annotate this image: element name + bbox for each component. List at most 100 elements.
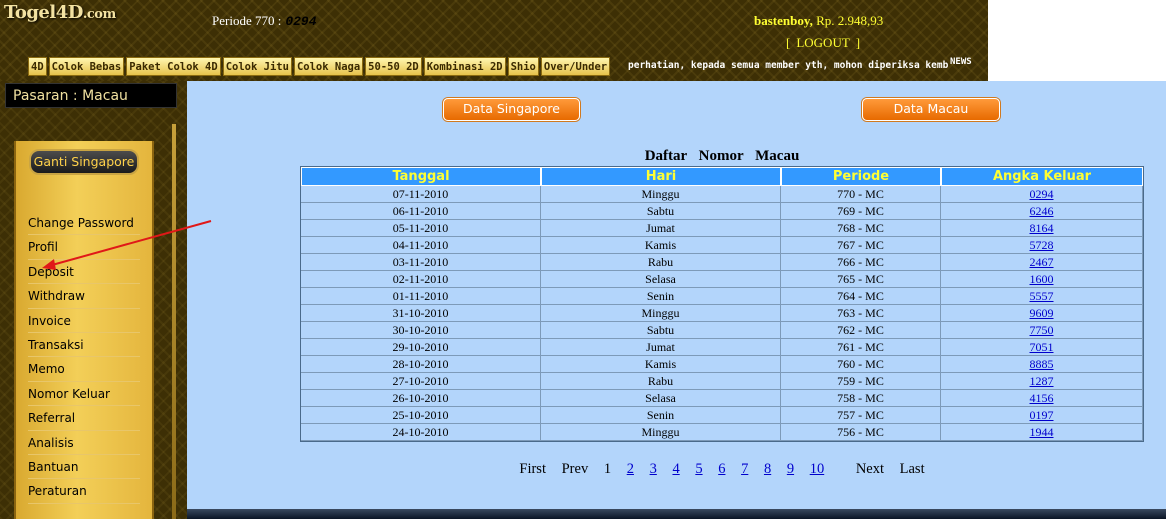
cell-angka-keluar[interactable]: 0197 (941, 407, 1143, 424)
nav-shio[interactable]: Shio (507, 57, 539, 76)
nav-colok-bebas[interactable]: Colok Bebas (48, 57, 125, 76)
cell-periode: 766 - MC (781, 254, 941, 271)
pagination: First Prev 1 2 3 4 5 6 7 8 9 10 Next Las… (300, 461, 1144, 478)
pager-first[interactable]: First (519, 461, 546, 477)
cell-periode: 758 - MC (781, 390, 941, 407)
cell-angka-keluar[interactable]: 7051 (941, 339, 1143, 356)
cell-tanggal: 29-10-2010 (301, 339, 541, 356)
cell-tanggal: 30-10-2010 (301, 322, 541, 339)
cell-hari: Kamis (541, 356, 781, 373)
pager-page[interactable]: 10 (810, 461, 825, 477)
periode-number: 0294 (285, 14, 317, 29)
menu-invoice[interactable]: Invoice (28, 309, 140, 333)
pager-page[interactable]: 2 (627, 461, 634, 477)
cell-periode: 761 - MC (781, 339, 941, 356)
cell-hari: Selasa (541, 390, 781, 407)
menu-nomor-keluar[interactable]: Nomor Keluar (28, 382, 140, 407)
cell-angka-keluar[interactable]: 1600 (941, 271, 1143, 288)
cell-angka-keluar[interactable]: 2467 (941, 254, 1143, 271)
cell-hari: Minggu (541, 424, 781, 441)
menu-bantuan[interactable]: Bantuan (28, 455, 140, 480)
cell-periode: 769 - MC (781, 203, 941, 220)
pager-last[interactable]: Last (900, 461, 925, 477)
cell-hari: Rabu (541, 373, 781, 390)
cell-tanggal: 05-11-2010 (301, 220, 541, 237)
pager-page[interactable]: 5 (695, 461, 702, 477)
cell-periode: 764 - MC (781, 288, 941, 305)
data-singapore-button[interactable]: Data Singapore (443, 98, 580, 121)
cell-periode: 762 - MC (781, 322, 941, 339)
table-row: 26-10-2010 Selasa 758 - MC 4156 (301, 390, 1143, 407)
cell-hari: Sabtu (541, 322, 781, 339)
menu-analisis[interactable]: Analisis (28, 431, 140, 455)
cell-angka-keluar[interactable]: 4156 (941, 390, 1143, 407)
menu-withdraw[interactable]: Withdraw (28, 284, 140, 309)
cell-hari: Jumat (541, 339, 781, 356)
cell-periode: 757 - MC (781, 407, 941, 424)
cell-angka-keluar[interactable]: 1944 (941, 424, 1143, 441)
cell-angka-keluar[interactable]: 9609 (941, 305, 1143, 322)
logout-link[interactable]: LOGOUT (796, 35, 849, 50)
pager-page[interactable]: 9 (787, 461, 794, 477)
cell-tanggal: 31-10-2010 (301, 305, 541, 322)
pager-page[interactable]: 6 (718, 461, 725, 477)
menu-memo[interactable]: Memo (28, 357, 140, 382)
nav-4d[interactable]: 4D (28, 57, 47, 76)
switch-market-button[interactable]: Ganti Singapore (29, 149, 139, 175)
cell-periode: 760 - MC (781, 356, 941, 373)
nav-kombinasi-2d[interactable]: Kombinasi 2D (423, 57, 506, 76)
nav-over-under[interactable]: Over/Under (540, 57, 611, 76)
cell-tanggal: 06-11-2010 (301, 203, 541, 220)
cell-hari: Minggu (541, 305, 781, 322)
cell-hari: Minggu (541, 186, 781, 203)
cell-angka-keluar[interactable]: 8885 (941, 356, 1143, 373)
game-nav: 4D Colok Bebas Paket Colok 4D Colok Jitu… (28, 57, 611, 76)
data-macau-button[interactable]: Data Macau (862, 98, 1000, 121)
cell-angka-keluar[interactable]: 5557 (941, 288, 1143, 305)
results-table: Tanggal Hari Periode Angka Keluar 07-11-… (300, 166, 1144, 442)
cell-tanggal: 01-11-2010 (301, 288, 541, 305)
cell-angka-keluar[interactable]: 5728 (941, 237, 1143, 254)
pager-page[interactable]: 4 (672, 461, 679, 477)
periode-label: Periode 770 : (212, 13, 282, 28)
table-row: 05-11-2010 Jumat 768 - MC 8164 (301, 220, 1143, 237)
table-row: 31-10-2010 Minggu 763 - MC 9609 (301, 305, 1143, 322)
menu-peraturan[interactable]: Peraturan (28, 479, 140, 504)
site-logo[interactable]: Togel4D.com (4, 2, 116, 23)
cell-angka-keluar[interactable]: 8164 (941, 220, 1143, 237)
cell-angka-keluar[interactable]: 7750 (941, 322, 1143, 339)
table-row: 27-10-2010 Rabu 759 - MC 1287 (301, 373, 1143, 390)
pager-next[interactable]: Next (856, 461, 884, 477)
cell-angka-keluar[interactable]: 1287 (941, 373, 1143, 390)
nav-colok-jitu[interactable]: Colok Jitu (222, 57, 292, 76)
menu-profil[interactable]: Profil (28, 235, 140, 260)
user-info: bastenboy, Rp. 2.948,93 (754, 13, 883, 29)
sidebar-rail (172, 124, 176, 519)
table-row: 29-10-2010 Jumat 761 - MC 7051 (301, 339, 1143, 356)
menu-deposit[interactable]: Deposit (28, 260, 140, 285)
pager-page[interactable]: 3 (650, 461, 657, 477)
nav-paket-colok-4d[interactable]: Paket Colok 4D (126, 57, 221, 76)
cell-tanggal: 07-11-2010 (301, 186, 541, 203)
menu-referral[interactable]: Referral (28, 406, 140, 431)
periode-info: Periode 770 :0294 (212, 13, 317, 29)
table-row: 04-11-2010 Kamis 767 - MC 5728 (301, 237, 1143, 254)
pager-page[interactable]: 7 (741, 461, 748, 477)
cell-tanggal: 25-10-2010 (301, 407, 541, 424)
col-hari: Hari (541, 167, 781, 186)
nav-colok-naga[interactable]: Colok Naga (293, 57, 364, 76)
cell-periode: 767 - MC (781, 237, 941, 254)
cell-angka-keluar[interactable]: 0294 (941, 186, 1143, 203)
pager-page[interactable]: 8 (764, 461, 771, 477)
menu-transaksi[interactable]: Transaksi (28, 333, 140, 358)
bottom-bar (187, 509, 1166, 519)
header-blank-area (988, 0, 1166, 81)
nav-50-50-2d[interactable]: 50-50 2D (365, 57, 422, 76)
cell-hari: Sabtu (541, 203, 781, 220)
sidebar: Pasaran : Macau Ganti Singapore Change P… (0, 81, 187, 519)
pager-prev[interactable]: Prev (562, 461, 589, 477)
side-menu-panel: Ganti Singapore Change Password Profil D… (14, 141, 154, 519)
table-title: Daftar Nomor Macau (644, 148, 800, 164)
cell-angka-keluar[interactable]: 6246 (941, 203, 1143, 220)
menu-change-password[interactable]: Change Password (28, 211, 140, 236)
